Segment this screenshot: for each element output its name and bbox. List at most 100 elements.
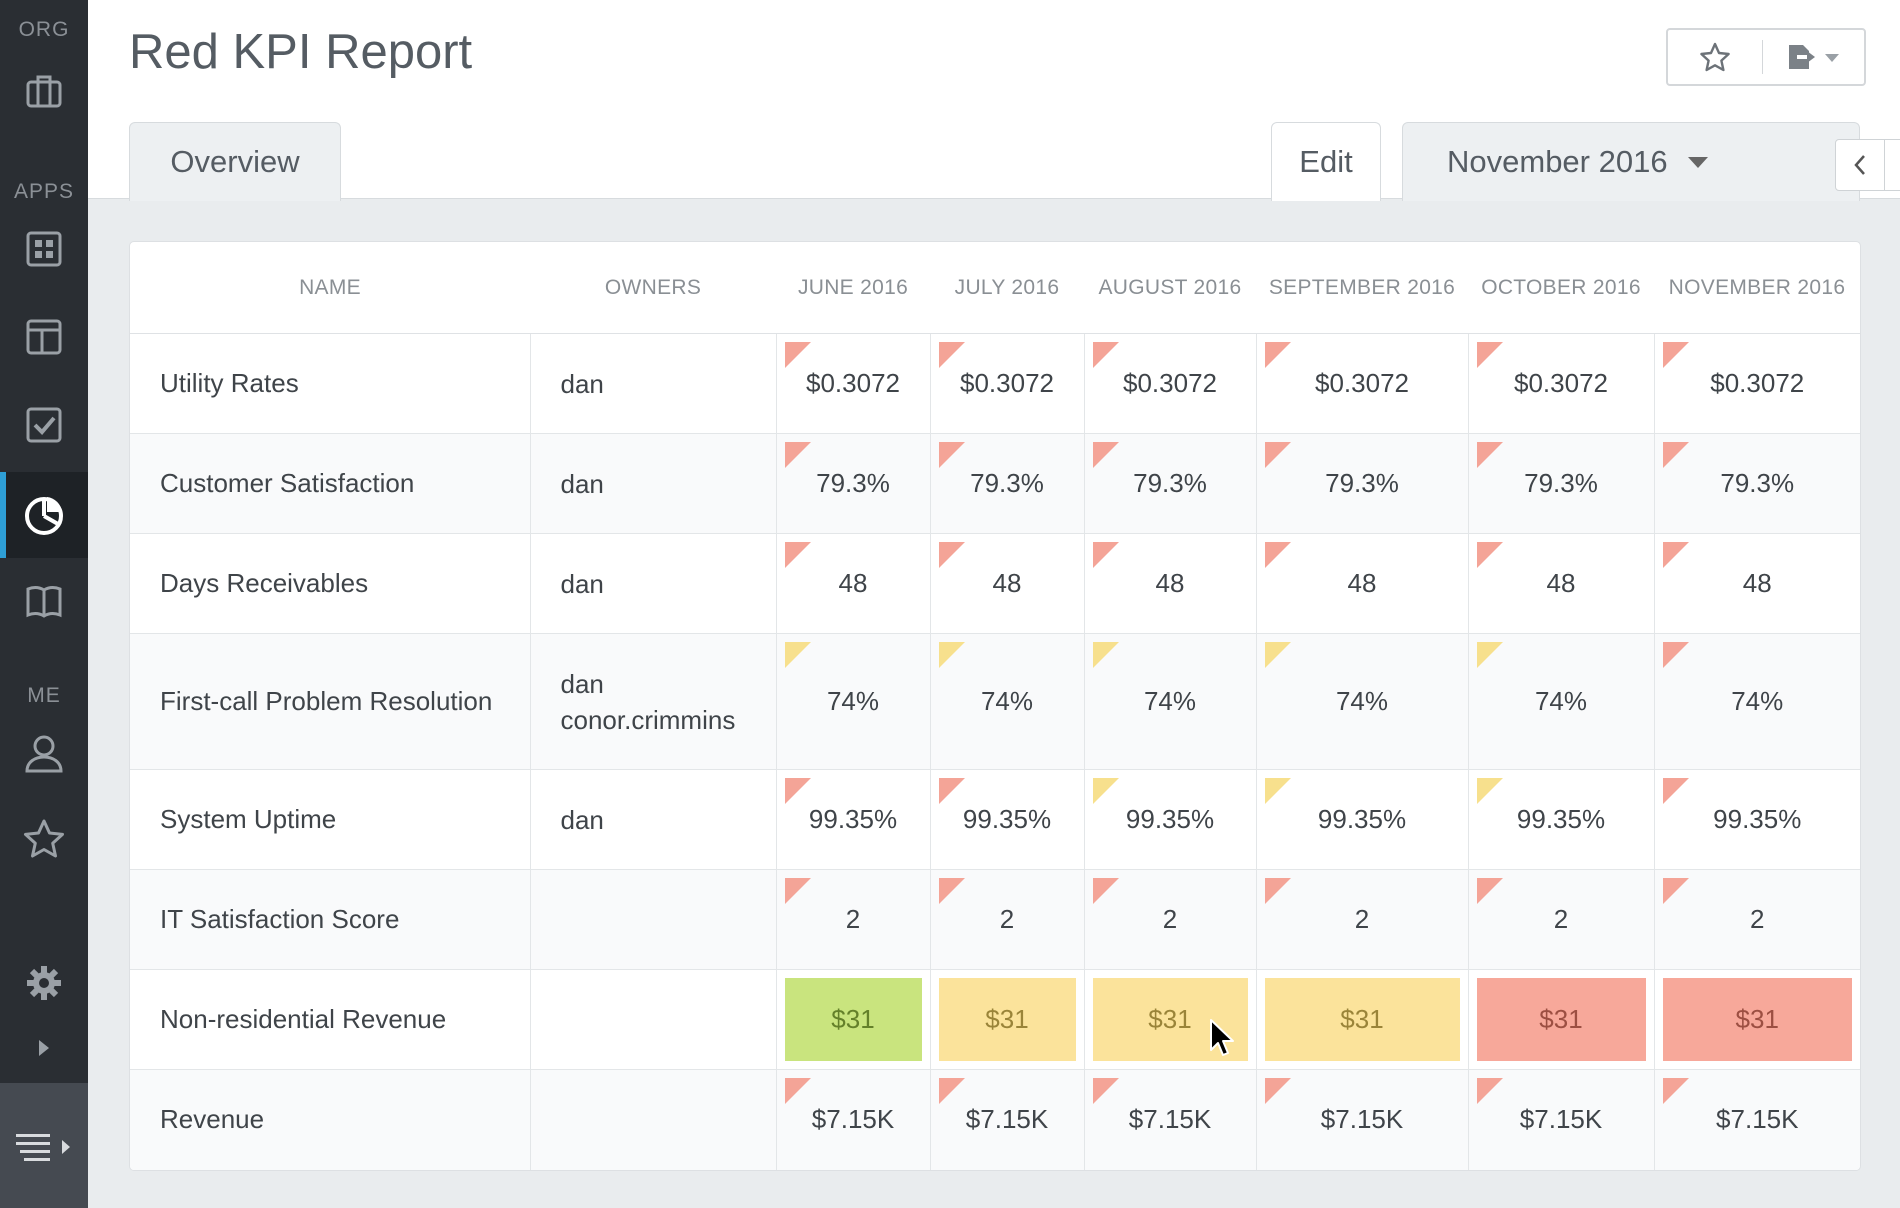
kpi-value: $0.3072 <box>960 368 1054 398</box>
kpi-value-cell[interactable]: 79.3% <box>1653 433 1860 534</box>
kpi-value-cell[interactable]: 48 <box>1255 533 1468 634</box>
favorite-button[interactable] <box>1668 30 1762 84</box>
kpi-value: $7.15K <box>1519 1104 1603 1135</box>
kpi-value-cell[interactable]: 48 <box>1083 533 1256 634</box>
previous-period-button[interactable] <box>1836 140 1884 190</box>
kpi-value-cell[interactable]: 48 <box>1653 533 1860 634</box>
kpi-value: 48 <box>838 568 868 598</box>
kpi-value-cell[interactable]: $31 <box>775 969 930 1070</box>
tab-overview[interactable]: Overview <box>129 122 341 201</box>
kpi-value-cell[interactable]: 99.35% <box>1255 769 1468 870</box>
kpi-name[interactable]: Days Receivables <box>130 533 530 634</box>
kpi-value-cell[interactable]: 79.3% <box>1083 433 1256 534</box>
briefcase-icon[interactable] <box>0 48 88 134</box>
kpi-name[interactable]: IT Satisfaction Score <box>130 869 530 970</box>
kpi-value-cell[interactable]: $7.15K <box>929 1069 1084 1170</box>
column-header-month[interactable]: SEPTEMBER 2016 <box>1256 242 1468 334</box>
kpi-value: 74% <box>1534 686 1588 716</box>
kpi-value-cell[interactable]: $31 <box>1255 969 1468 1070</box>
column-header-month[interactable]: JUNE 2016 <box>776 242 930 334</box>
kpi-value-cell[interactable]: 74% <box>1255 633 1468 770</box>
kpi-value-cell[interactable]: 48 <box>929 533 1084 634</box>
star-icon[interactable] <box>0 796 88 882</box>
kpi-value-cell[interactable]: 79.3% <box>929 433 1084 534</box>
dashboard-icon[interactable] <box>0 206 88 292</box>
kpi-name[interactable]: System Uptime <box>130 769 530 870</box>
kpi-value-cell[interactable]: 79.3% <box>775 433 930 534</box>
kpi-value-cell[interactable]: $0.3072 <box>1255 333 1468 434</box>
export-button[interactable] <box>1763 30 1863 84</box>
kpi-name[interactable]: Customer Satisfaction <box>130 433 530 534</box>
kpi-value-cell[interactable]: 2 <box>1653 869 1860 970</box>
kpi-value-cell[interactable]: 48 <box>775 533 930 634</box>
chevron-right-icon[interactable] <box>0 1005 88 1091</box>
kpi-value-cell[interactable]: $31 <box>929 969 1084 1070</box>
kpi-value-cell[interactable]: 2 <box>1083 869 1256 970</box>
table-body: Utility Rates dan $0.3072 $0.3072 $0.3072 $0.… <box>130 333 1860 1170</box>
kpi-name[interactable]: First-call Problem Resolution <box>130 633 530 770</box>
status-flag-icon <box>784 542 811 568</box>
checkbox-icon[interactable] <box>0 382 88 468</box>
kpi-name[interactable]: Non-residential Revenue <box>130 969 530 1070</box>
kpi-value-cell[interactable]: $31 <box>1653 969 1860 1070</box>
kpi-value-cell[interactable]: 74% <box>1083 633 1256 770</box>
table-header-row: NAME OWNERS JUNE 2016 JULY 2016 AUGUST 2016 S… <box>130 242 1860 334</box>
column-header-owners[interactable]: OWNERS <box>530 242 776 334</box>
kpi-value-cell[interactable]: 74% <box>775 633 930 770</box>
column-header-name[interactable]: NAME <box>130 242 530 334</box>
kpi-value-cell[interactable]: 2 <box>1255 869 1468 970</box>
column-header-month[interactable]: JULY 2016 <box>930 242 1084 334</box>
kpi-value: 79.3% <box>1133 468 1207 498</box>
column-header-month[interactable]: AUGUST 2016 <box>1084 242 1256 334</box>
kpi-value-cell[interactable]: $7.15K <box>1653 1069 1860 1170</box>
column-header-month[interactable]: OCTOBER 2016 <box>1468 242 1654 334</box>
kpi-value: 2 <box>845 904 861 934</box>
kpi-value-cell[interactable]: $7.15K <box>1083 1069 1256 1170</box>
kpi-value-cell[interactable]: 2 <box>775 869 930 970</box>
kpi-value-cell[interactable]: 2 <box>1467 869 1654 970</box>
menu-list-icon[interactable] <box>0 1083 88 1208</box>
kpi-value-cell[interactable]: 79.3% <box>1255 433 1468 534</box>
kpi-value-cell[interactable]: 99.35% <box>1653 769 1860 870</box>
kpi-value-cell[interactable]: 79.3% <box>1467 433 1654 534</box>
kpi-value-cell[interactable]: $7.15K <box>775 1069 930 1170</box>
layout-icon[interactable] <box>0 294 88 380</box>
owner-name: dan <box>560 468 604 499</box>
kpi-value-cell[interactable]: 48 <box>1467 533 1654 634</box>
kpi-value-cell[interactable]: $0.3072 <box>929 333 1084 434</box>
kpi-value-cell[interactable]: 74% <box>1467 633 1654 770</box>
status-flag-icon <box>1264 642 1291 668</box>
kpi-owners: dan <box>529 333 776 434</box>
kpi-value-cell[interactable]: 74% <box>929 633 1084 770</box>
kpi-value-cell[interactable]: $31 <box>1467 969 1654 1070</box>
kpi-value-cell[interactable]: 74% <box>1653 633 1860 770</box>
kpi-value-cell[interactable]: $0.3072 <box>1653 333 1860 434</box>
kpi-value-cell[interactable]: 99.35% <box>1467 769 1654 870</box>
kpi-name[interactable]: Utility Rates <box>130 333 530 434</box>
kpi-value-cell[interactable]: $0.3072 <box>1083 333 1256 434</box>
status-flag-icon <box>1092 542 1119 568</box>
period-label: November 2016 <box>1447 144 1668 179</box>
kpi-value-cell[interactable]: $0.3072 <box>775 333 930 434</box>
book-icon[interactable] <box>0 558 88 644</box>
next-period-button[interactable] <box>1884 140 1900 190</box>
kpi-value-cell[interactable]: $7.15K <box>1255 1069 1468 1170</box>
status-flag-icon <box>1092 642 1119 668</box>
edit-button[interactable]: Edit <box>1271 122 1381 201</box>
status-fill: $31 <box>1264 978 1460 1061</box>
kpi-value-cell[interactable]: 2 <box>929 869 1084 970</box>
period-selector[interactable]: November 2016 <box>1402 122 1860 201</box>
kpi-value: 48 <box>1546 568 1576 598</box>
kpi-value-cell[interactable]: 99.35% <box>775 769 930 870</box>
table-row: IT Satisfaction Score 2 2 2 2 2 2 <box>130 869 1860 970</box>
pie-chart-icon[interactable] <box>0 472 88 558</box>
user-icon[interactable] <box>0 710 88 796</box>
kpi-value: 2 <box>999 904 1015 934</box>
kpi-value-cell[interactable]: $0.3072 <box>1467 333 1654 434</box>
kpi-value: 74% <box>1143 686 1197 716</box>
column-header-month[interactable]: NOVEMBER 2016 <box>1654 242 1860 334</box>
kpi-name[interactable]: Revenue <box>130 1069 530 1170</box>
kpi-value-cell[interactable]: 99.35% <box>929 769 1084 870</box>
kpi-value-cell[interactable]: 99.35% <box>1083 769 1256 870</box>
kpi-value-cell[interactable]: $7.15K <box>1467 1069 1654 1170</box>
